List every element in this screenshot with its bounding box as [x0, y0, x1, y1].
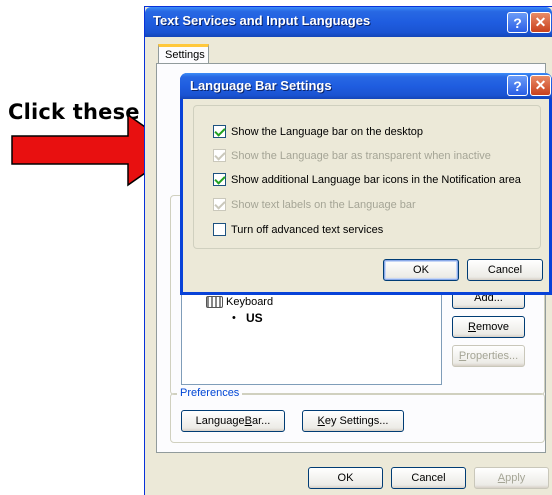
option-label: Show text labels on the Language bar — [231, 198, 416, 211]
keyboard-icon — [206, 296, 223, 308]
dialog-help-button[interactable]: ? — [507, 75, 528, 96]
list-bullet: • — [232, 312, 236, 324]
keyboard-label: Keyboard — [226, 296, 274, 308]
tab-settings[interactable]: Settings — [158, 44, 209, 64]
language-bar-settings-dialog: Language Bar Settings ? ✕ Show the Langu… — [180, 73, 552, 295]
option-label: Show the Language bar on the desktop — [231, 125, 424, 138]
option-label: Show the Language bar as transparent whe… — [231, 149, 491, 162]
help-icon: ? — [513, 14, 522, 31]
help-icon: ? — [513, 77, 522, 94]
preferences-label: Preferences — [177, 387, 243, 399]
option-notification-icons[interactable]: Show additional Language bar icons in th… — [213, 173, 521, 186]
close-icon: ✕ — [534, 77, 547, 93]
dialog-cancel-button[interactable]: Cancel — [467, 259, 543, 281]
checkbox[interactable] — [213, 125, 226, 138]
checkbox[interactable] — [213, 149, 226, 162]
option-label: Show additional Language bar icons in th… — [231, 173, 521, 186]
checkbox[interactable] — [213, 198, 226, 211]
option-label: Turn off advanced text services — [231, 223, 384, 236]
key-settings-button[interactable]: Key Settings... — [302, 410, 404, 432]
option-turn-off-advanced[interactable]: Turn off advanced text services — [213, 223, 383, 236]
outer-help-button[interactable]: ? — [507, 12, 528, 33]
option-transparent-inactive[interactable]: Show the Language bar as transparent whe… — [213, 149, 491, 162]
outer-close-button[interactable]: ✕ — [530, 12, 551, 33]
ok-button[interactable]: OK — [308, 467, 383, 489]
close-icon: ✕ — [534, 14, 547, 30]
outer-window-title: Text Services and Input Languages — [153, 13, 371, 28]
keyboard-layout-us[interactable]: US — [244, 311, 265, 325]
properties-button[interactable]: Properties... — [452, 345, 525, 367]
dialog-title: Language Bar Settings — [190, 78, 332, 93]
dialog-ok-button[interactable]: OK — [383, 259, 459, 281]
remove-button[interactable]: Remove — [452, 316, 525, 338]
language-bar-button[interactable]: Language Bar... — [181, 410, 285, 432]
dialog-close-button[interactable]: ✕ — [530, 75, 551, 96]
checkbox[interactable] — [213, 223, 226, 236]
option-text-labels[interactable]: Show text labels on the Language bar — [213, 198, 416, 211]
checkbox[interactable] — [213, 173, 226, 186]
option-show-language-bar[interactable]: Show the Language bar on the desktop — [213, 125, 423, 138]
dialog-title-bar: Language Bar Settings ? ✕ — [180, 73, 552, 99]
apply-button[interactable]: Apply — [474, 467, 549, 489]
cancel-button[interactable]: Cancel — [391, 467, 466, 489]
outer-title-bar: Text Services and Input Languages ? ✕ — [145, 7, 552, 37]
